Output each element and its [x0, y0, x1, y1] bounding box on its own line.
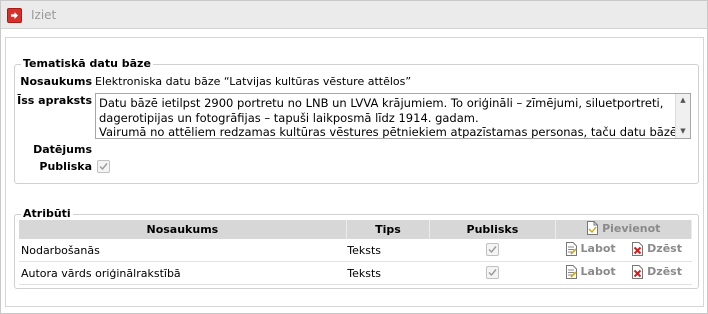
row-public-cell — [429, 239, 556, 262]
row-public-checkbox — [485, 243, 499, 256]
attributes-section: Atribūti Nosaukums Tips Publisks Pievien… — [14, 207, 699, 289]
delete-button[interactable]: Dzēst — [631, 241, 682, 256]
row-type-cell: Teksts — [346, 239, 430, 262]
toolbar: Iziet — [1, 1, 707, 29]
edit-document-icon — [565, 241, 578, 256]
table-row: Nodarbošanās Teksts Labot Dzēst — [19, 239, 692, 262]
attributes-table: Nosaukums Tips Publisks Pievienot Nodarb… — [19, 220, 693, 285]
delete-label: Dzēst — [647, 242, 682, 255]
add-column-header: Pievienot — [555, 220, 693, 239]
description-textarea[interactable]: Datu bāzē ietilpst 2900 portretu no LNB … — [95, 93, 691, 139]
database-section-title: Tematiskā datu bāze — [21, 57, 153, 70]
delete-cross-icon — [631, 264, 644, 279]
public-checkbox — [97, 160, 110, 173]
row-name-cell: Autora vārds oriģinālrakstībā — [19, 261, 347, 285]
scroll-down-icon[interactable]: ▼ — [676, 125, 690, 138]
delete-cross-icon — [631, 241, 644, 256]
row-public-checkbox — [485, 266, 499, 279]
name-value: Elektroniska datu bāze “Latvijas kultūra… — [95, 75, 412, 88]
database-section: Tematiskā datu bāze Nosaukums Elektronis… — [14, 57, 699, 184]
main-window: Iziet Tematiskā datu bāze Nosaukums Elek… — [0, 0, 708, 314]
add-label: Pievienot — [602, 221, 661, 235]
delete-button[interactable]: Dzēst — [631, 264, 682, 279]
exit-arrow-icon — [7, 7, 22, 23]
delete-label: Dzēst — [647, 265, 682, 278]
row-public-cell — [429, 261, 556, 285]
exit-button[interactable]: Iziet — [7, 7, 56, 23]
column-header-public: Publisks — [429, 220, 556, 239]
scroll-up-icon[interactable]: ▲ — [676, 94, 690, 107]
edit-label: Labot — [580, 265, 616, 278]
row-type-cell: Teksts — [346, 261, 430, 285]
edit-button[interactable]: Labot — [565, 241, 616, 256]
add-button[interactable]: Pievienot — [586, 221, 660, 235]
description-label: Īss apraksts — [17, 94, 92, 107]
attributes-section-title: Atribūti — [21, 207, 73, 220]
row-name-cell: Nodarbošanās — [19, 239, 347, 262]
column-header-type: Tips — [346, 220, 431, 239]
content-panel: Tematiskā datu bāze Nosaukums Elektronis… — [5, 37, 704, 307]
row-actions-cell: Labot Dzēst — [555, 261, 692, 285]
description-text: Datu bāzē ietilpst 2900 portretu no LNB … — [99, 96, 677, 139]
edit-document-icon — [565, 264, 578, 279]
edit-button[interactable]: Labot — [565, 264, 616, 279]
name-label: Nosaukums — [20, 75, 92, 88]
table-row: Autora vārds oriģinālrakstībā Teksts Lab… — [19, 261, 692, 285]
description-scrollbar[interactable]: ▲ ▼ — [675, 94, 690, 138]
column-header-name: Nosaukums — [19, 220, 347, 239]
public-label: Publiska — [39, 160, 92, 173]
date-label: Datējums — [33, 143, 92, 156]
table-header-row: Nosaukums Tips Publisks Pievienot — [19, 220, 693, 239]
row-actions-cell: Labot Dzēst — [555, 239, 692, 262]
edit-label: Labot — [580, 242, 616, 255]
exit-label: Iziet — [31, 8, 57, 22]
add-document-icon — [586, 221, 599, 235]
